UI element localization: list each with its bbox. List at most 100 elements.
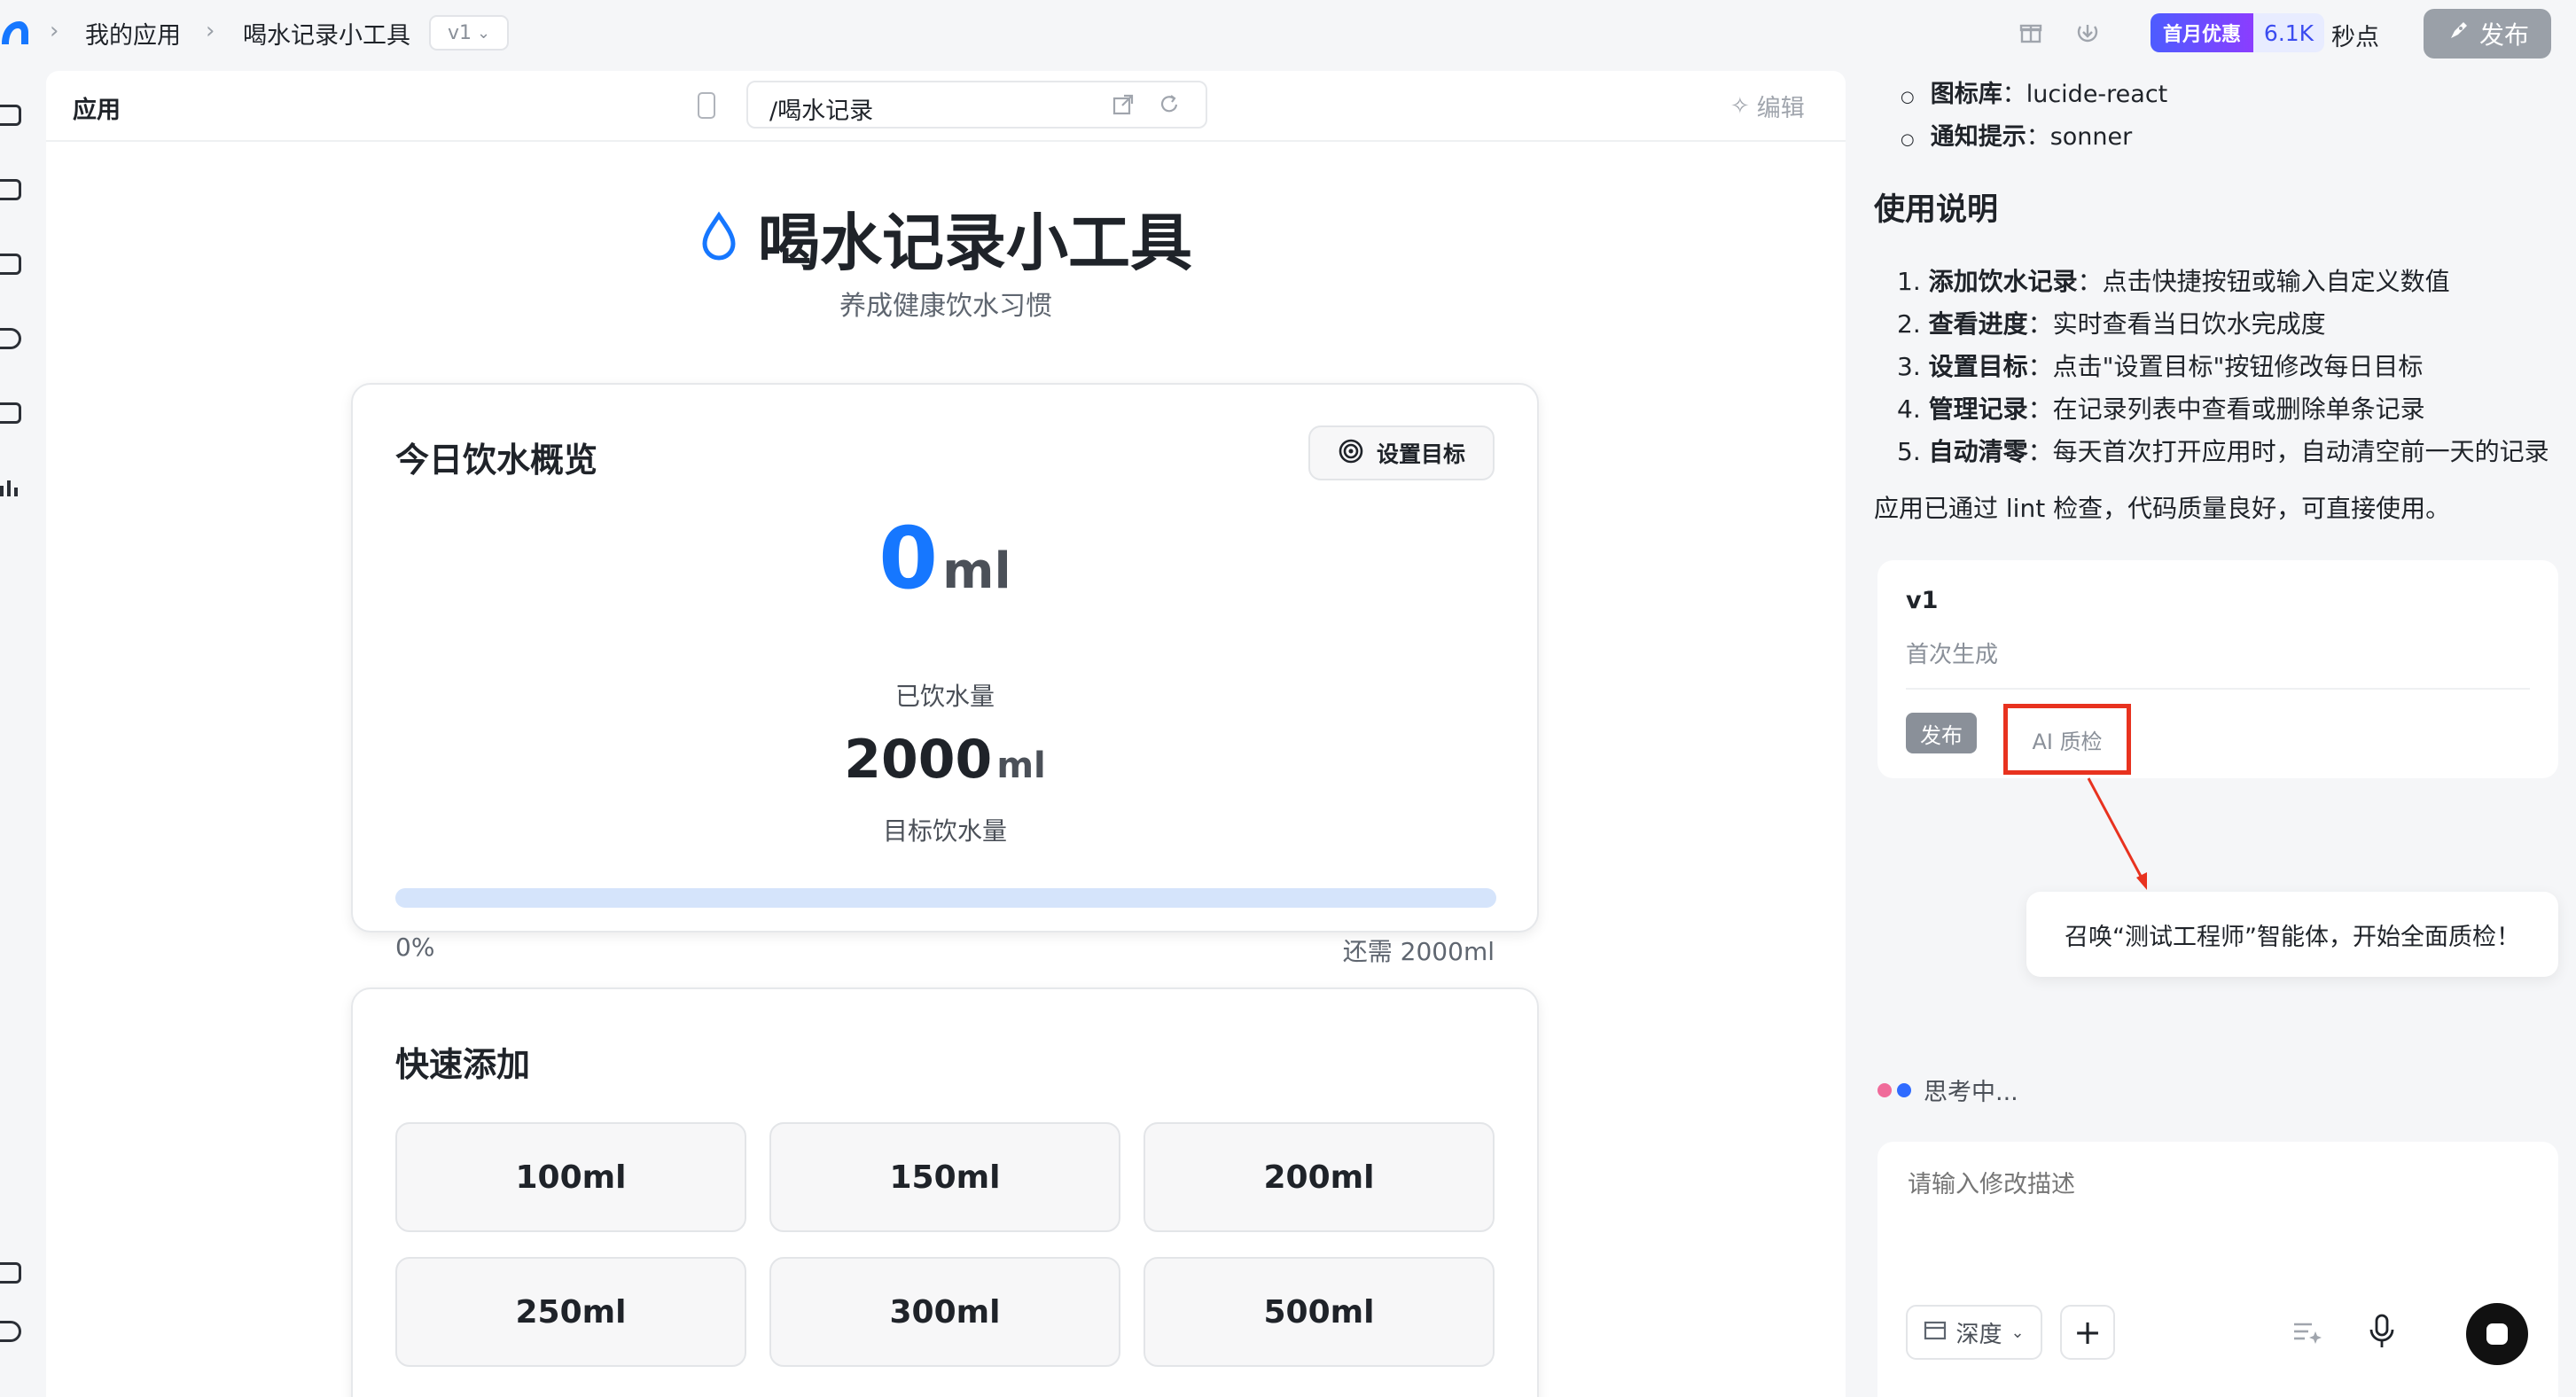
breadcrumb-current-app[interactable]: 喝水记录小工具 bbox=[243, 16, 410, 51]
refresh-icon[interactable] bbox=[1158, 93, 1181, 120]
mode-select[interactable]: 深度 ⌄ bbox=[1906, 1305, 2042, 1360]
goal-value: 2000 bbox=[844, 729, 993, 791]
progress-bar bbox=[395, 888, 1496, 908]
version-card: v1 首次生成 发布 AI 质检 bbox=[1877, 560, 2558, 778]
quick-add-500[interactable]: 500ml bbox=[1144, 1257, 1495, 1367]
quick-add-150[interactable]: 150ml bbox=[769, 1122, 1120, 1232]
usage-item: 2. 查看进度：实时查看当日饮水完成度 bbox=[1897, 305, 2326, 340]
usage-item: 4. 管理记录：在记录列表中查看或删除单条记录 bbox=[1897, 390, 2425, 425]
help-icon[interactable] bbox=[0, 1321, 21, 1342]
ai-check-button[interactable]: AI 质检 bbox=[2003, 704, 2131, 775]
play-icon[interactable] bbox=[0, 1262, 21, 1284]
breadcrumb-my-apps[interactable]: 我的应用 bbox=[85, 16, 181, 51]
version-select-value: v1 bbox=[447, 21, 472, 44]
annotation-arrow-icon bbox=[2087, 777, 2147, 890]
usage-number: 1. bbox=[1897, 267, 1921, 296]
usage-bold: 自动清零 bbox=[1928, 437, 2028, 466]
usage-text: ：点击快捷按钮或输入自定义数值 bbox=[2077, 267, 2450, 296]
lib-label: 图标库 bbox=[1930, 81, 2002, 108]
thinking-dot-icon bbox=[1877, 1082, 1892, 1097]
mode-icon bbox=[1924, 1321, 1947, 1344]
usage-number: 4. bbox=[1897, 394, 1921, 424]
remaining-amount: 还需 2000ml bbox=[1342, 937, 1495, 966]
usage-item: 1. 添加饮水记录：点击快捷按钮或输入自定义数值 bbox=[1897, 262, 2450, 298]
top-bar: › 我的应用 › 喝水记录小工具 v1 ⌄ 首月优惠 6.1K 秒点 发布 bbox=[0, 0, 2576, 69]
quick-add-100[interactable]: 100ml bbox=[395, 1122, 746, 1232]
chevron-down-icon: ⌄ bbox=[2010, 1323, 2025, 1342]
url-bar[interactable]: /喝水记录 bbox=[746, 81, 1207, 129]
gift-icon[interactable] bbox=[2018, 20, 2044, 46]
usage-text: ：点击"设置目标"按钮修改每日目标 bbox=[2027, 352, 2424, 381]
bullet-icon: ○ bbox=[1901, 130, 1915, 149]
quick-add-300[interactable]: 300ml bbox=[769, 1257, 1120, 1367]
add-attachment-icon[interactable]: + bbox=[2060, 1305, 2115, 1360]
usage-text: ：在记录列表中查看或删除单条记录 bbox=[2027, 394, 2425, 424]
quick-add-200[interactable]: 200ml bbox=[1144, 1122, 1495, 1232]
quick-add-card: 快速添加 100ml 150ml 200ml 250ml 300ml 500ml bbox=[351, 987, 1539, 1397]
droplet-icon bbox=[699, 210, 738, 267]
promo-unit: 秒点 bbox=[2331, 24, 2379, 51]
breadcrumb-chevron-icon: › bbox=[206, 18, 215, 44]
goal-amount: 2000 ml bbox=[353, 729, 1537, 791]
promo-value: 6.1K bbox=[2253, 13, 2324, 52]
progress-percent: 0% bbox=[395, 933, 435, 962]
preview-toolbar: 应用 /喝水记录 ✧ 编辑 bbox=[46, 71, 1846, 142]
lib-value: lucide-react bbox=[2026, 81, 2168, 108]
usage-item: 3. 设置目标：点击"设置目标"按钮修改每日目标 bbox=[1897, 347, 2423, 383]
thinking-text: 思考中... bbox=[1924, 1079, 2018, 1106]
usage-title: 使用说明 bbox=[1874, 192, 1999, 228]
quick-add-250[interactable]: 250ml bbox=[395, 1257, 746, 1367]
version-card-desc: 首次生成 bbox=[1906, 642, 1999, 668]
usage-text: ：实时查看当日饮水完成度 bbox=[2027, 309, 2326, 339]
mode-label: 深度 bbox=[1955, 1321, 2002, 1348]
set-goal-label: 设置目标 bbox=[1376, 441, 1465, 467]
goal-label: 目标饮水量 bbox=[882, 816, 1007, 846]
drunk-label: 已饮水量 bbox=[894, 682, 995, 711]
version-select[interactable]: v1 ⌄ bbox=[429, 15, 509, 51]
lib-item: ○ 通知提示：sonner bbox=[1901, 123, 2133, 151]
usage-number: 3. bbox=[1897, 352, 1921, 381]
microphone-icon[interactable] bbox=[2367, 1314, 2397, 1353]
mobile-preview-icon[interactable] bbox=[698, 92, 715, 119]
document-icon[interactable] bbox=[0, 179, 21, 200]
code-icon[interactable] bbox=[0, 254, 21, 275]
breadcrumb-chevron-icon: › bbox=[50, 18, 59, 44]
version-card-version: v1 bbox=[1906, 587, 1939, 614]
prompt-enhance-icon[interactable] bbox=[2291, 1315, 2322, 1351]
usage-bold: 管理记录 bbox=[1928, 394, 2028, 424]
publish-button-label: 发布 bbox=[2478, 20, 2529, 50]
lib-value: sonner bbox=[2049, 123, 2133, 151]
download-icon[interactable] bbox=[2074, 20, 2101, 46]
usage-text: ：每天首次打开应用时，自动清空前一天的记录 bbox=[2027, 437, 2549, 466]
app-logo-icon[interactable] bbox=[0, 18, 30, 48]
divider bbox=[1906, 688, 2530, 690]
lib-label: 通知提示 bbox=[1930, 123, 2026, 151]
publish-button[interactable]: 发布 bbox=[2424, 9, 2551, 59]
url-text: /喝水记录 bbox=[769, 98, 874, 125]
stop-icon bbox=[2486, 1323, 2508, 1345]
edit-button-label: 编辑 bbox=[1756, 95, 1805, 122]
stop-button[interactable] bbox=[2466, 1303, 2528, 1365]
overview-title: 今日饮水概览 bbox=[395, 441, 598, 480]
thinking-dot-icon bbox=[1897, 1082, 1911, 1097]
chat-input[interactable] bbox=[1906, 1163, 2530, 1255]
chart-icon[interactable] bbox=[0, 477, 21, 498]
preview-panel: 应用 /喝水记录 ✧ 编辑 喝水记录小工具 养成健康饮水习惯 今日饮水概览 设置… bbox=[46, 71, 1846, 1397]
external-link-icon[interactable] bbox=[1112, 93, 1135, 120]
usage-number: 5. bbox=[1897, 437, 1921, 466]
drunk-unit: ml bbox=[942, 542, 1011, 600]
drunk-amount: 0 ml bbox=[353, 509, 1537, 608]
plugin-icon[interactable] bbox=[0, 328, 21, 349]
edit-button[interactable]: ✧ 编辑 bbox=[1730, 89, 1805, 123]
set-goal-button[interactable]: 设置目标 bbox=[1308, 425, 1495, 480]
database-icon[interactable] bbox=[0, 402, 21, 424]
drunk-value: 0 bbox=[878, 509, 939, 608]
usage-item: 5. 自动清零：每天首次打开应用时，自动清空前一天的记录 bbox=[1897, 433, 2549, 468]
app-subtitle: 养成健康饮水习惯 bbox=[839, 291, 1052, 322]
chat-input-card: 深度 ⌄ + bbox=[1877, 1142, 2558, 1397]
version-publish-button[interactable]: 发布 bbox=[1906, 713, 1977, 753]
promo-badge[interactable]: 首月优惠 bbox=[2151, 13, 2253, 52]
layers-icon[interactable] bbox=[0, 105, 21, 126]
chevron-down-icon: ⌄ bbox=[476, 23, 491, 43]
target-icon bbox=[1338, 438, 1364, 468]
